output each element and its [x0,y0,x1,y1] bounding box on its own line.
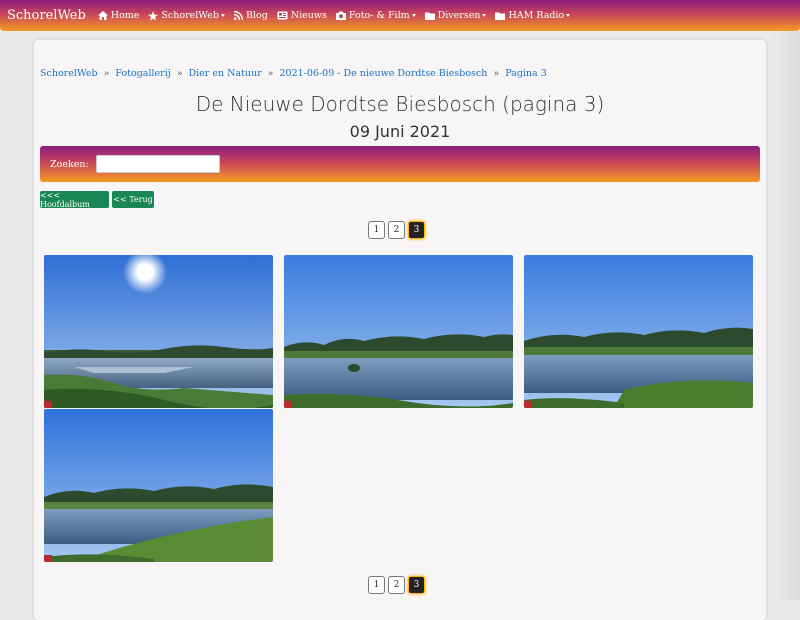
nav-diversen-label: Diversen [437,10,481,21]
breadcrumb-separator: » [493,68,500,79]
back-button[interactable]: << Terug [112,191,154,208]
breadcrumb-separator: » [267,68,274,79]
folder-icon [424,12,435,20]
photo-landscape-sun [44,255,273,408]
nav-ham-radio[interactable]: HAM Radio [495,10,571,21]
photo-landscape-lake [284,255,513,408]
photo-thumbnail[interactable] [44,255,273,408]
photo-thumbnail[interactable] [44,409,273,562]
content-card: SchorelWeb » Fotogallerij » Dier en Natuur » 2… [34,40,766,620]
page-link-3[interactable]: 3 [408,221,425,239]
star-icon [148,10,159,21]
nav-schorelweb-label: SchorelWeb [161,10,219,21]
page-background [766,31,800,600]
page-link-2[interactable]: 2 [388,221,405,239]
nav-foto-film-label: Foto- & Film [348,10,410,21]
newspaper-icon [277,11,288,20]
page-title: De Nieuwe Dordtse Biesbosch (pagina 3) [195,92,605,116]
nav-foto-film[interactable]: Foto- & Film [335,10,416,21]
chevron-down-icon [482,14,487,17]
nav-home-label: Home [110,10,140,21]
breadcrumb-fotogallerij[interactable]: Fotogallerij [115,68,170,79]
nav-nieuws-label: Nieuws [290,10,327,21]
top-navbar: SchorelWeb Home SchorelWeb Blog Nieuws F… [0,0,800,31]
page-link-1[interactable]: 1 [368,221,385,239]
rss-icon [233,11,243,20]
page-link-3[interactable]: 3 [408,576,425,594]
nav-schorelweb[interactable]: SchorelWeb [148,10,225,21]
nav-home[interactable]: Home [97,10,140,21]
page-date: 09 Juni 2021 [349,122,451,141]
nav-ham-radio-label: HAM Radio [508,10,565,21]
pagination-bottom: 1 2 3 [368,576,428,594]
breadcrumb-dier-natuur[interactable]: Dier en Natuur [189,68,262,79]
chevron-down-icon [411,14,416,17]
nav-nieuws[interactable]: Nieuws [277,10,327,21]
nav-blog[interactable]: Blog [233,10,268,21]
search-bar: Zoeken: [40,146,760,182]
breadcrumb-separator: » [176,68,183,79]
breadcrumb-current-page[interactable]: Pagina 3 [505,68,547,79]
pagination-top: 1 2 3 [368,221,428,239]
page-link-2[interactable]: 2 [388,576,405,594]
breadcrumb-schorelweb[interactable]: SchorelWeb [40,68,98,79]
main-album-button[interactable]: <<< Hoofdalbum [40,191,109,209]
page-link-1[interactable]: 1 [368,576,385,594]
breadcrumb: SchorelWeb » Fotogallerij » Dier en Natuur » 2… [40,68,547,79]
photo-thumbnail[interactable] [284,255,513,408]
photo-landscape-lake-2 [524,255,753,408]
photo-landscape-grass [44,409,273,562]
photo-thumbnail[interactable] [524,255,753,408]
nav-blog-label: Blog [245,10,268,21]
breadcrumb-album[interactable]: 2021-06-09 - De nieuwe Dordtse Biesbosch [279,68,487,79]
breadcrumb-separator: » [103,68,110,79]
search-input[interactable] [95,155,220,173]
brand-logo[interactable]: SchorelWeb [7,8,86,23]
folder-icon [495,12,506,20]
search-label: Zoeken: [50,158,89,170]
home-icon [97,11,108,20]
nav-diversen[interactable]: Diversen [424,10,487,21]
chevron-down-icon [220,14,225,17]
camera-icon [335,11,346,20]
chevron-down-icon [566,14,571,17]
